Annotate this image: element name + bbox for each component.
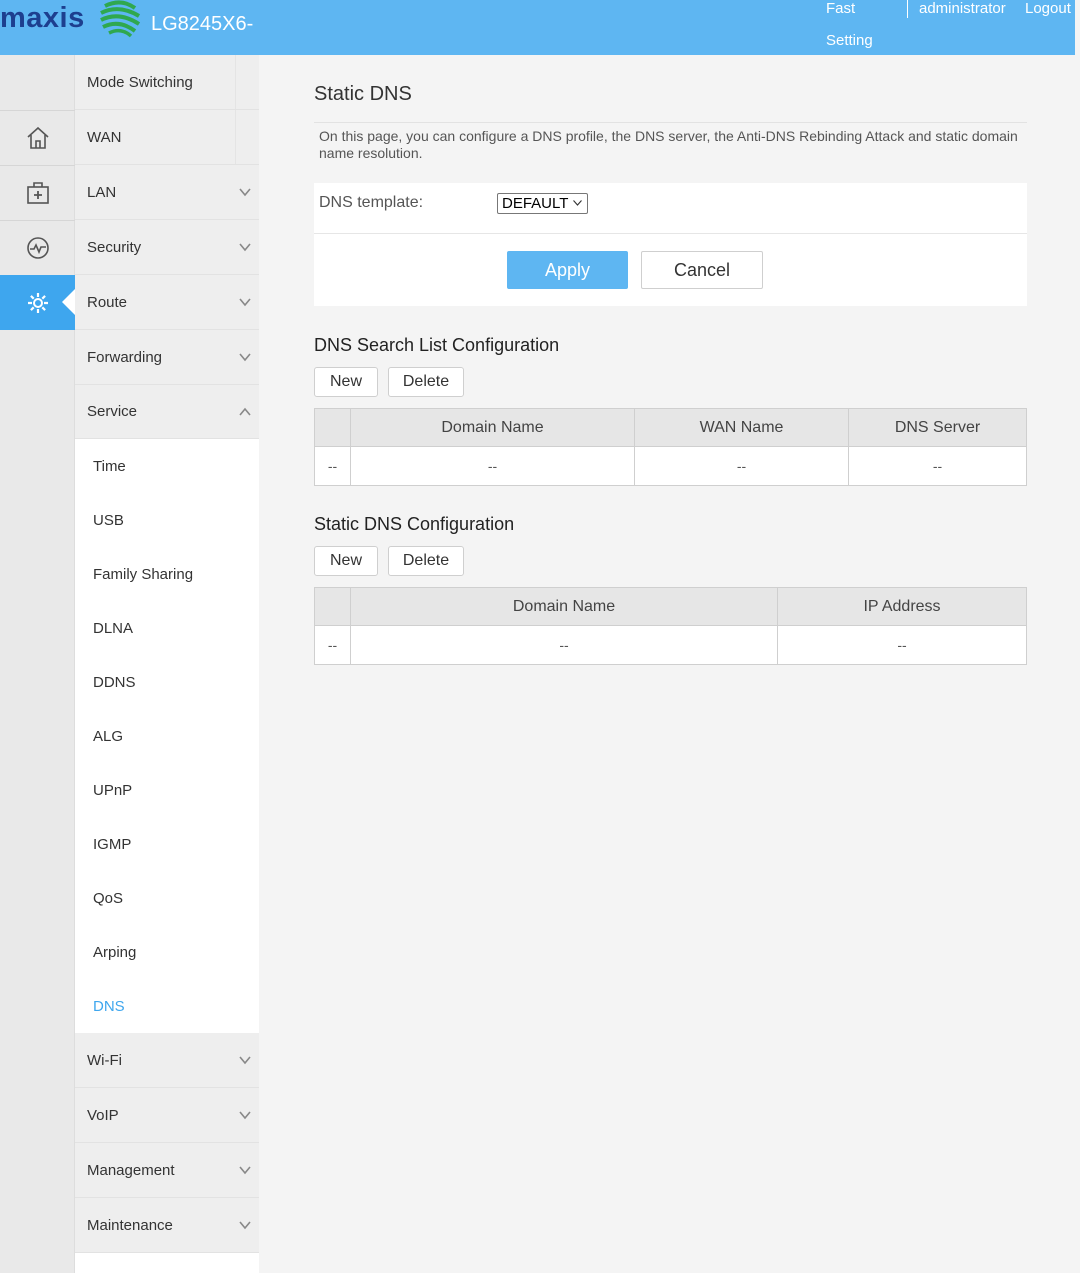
icon-rail xyxy=(0,55,75,1273)
select-column-header xyxy=(314,587,351,626)
menu-item-maintenance[interactable]: Maintenance xyxy=(75,1198,259,1253)
chevron-down-icon xyxy=(239,243,251,252)
sub-item-dlna[interactable]: DLNA xyxy=(75,601,259,655)
menu-item-security[interactable]: Security xyxy=(75,220,259,275)
chevron-down-icon xyxy=(239,188,251,197)
dns-template-select[interactable]: DEFAULT xyxy=(497,193,588,214)
sub-item-igmp[interactable]: IGMP xyxy=(75,817,259,871)
chevron-up-icon xyxy=(239,407,251,416)
menu-item-route[interactable]: Route xyxy=(75,275,259,330)
column-header-ip-address: IP Address xyxy=(777,587,1027,626)
divider xyxy=(314,233,1027,234)
column-header-domain-name: Domain Name xyxy=(350,408,635,447)
menu-item-wan[interactable]: WAN xyxy=(75,110,259,165)
page-description: On this page, you can configure a DNS pr… xyxy=(319,128,1018,161)
table-cell: -- xyxy=(350,446,635,486)
gear-icon xyxy=(27,292,48,313)
top-header: maxis LG8245X6- Fast Setting administrat… xyxy=(0,0,1075,55)
menu-item-service[interactable]: Service xyxy=(75,385,259,439)
search-list-title: DNS Search List Configuration xyxy=(314,335,560,355)
table-cell: -- xyxy=(777,625,1027,665)
table-cell: -- xyxy=(314,625,351,665)
chevron-down-icon xyxy=(239,1166,251,1175)
sub-item-time[interactable]: Time xyxy=(75,439,259,493)
chevron-down-icon xyxy=(239,1056,251,1065)
add-device-icon xyxy=(26,182,49,204)
static-dns-delete-button[interactable]: Delete xyxy=(388,546,464,576)
side-menu: Mode Switching WAN LAN Security Route Fo… xyxy=(75,55,259,1273)
page-title: Static DNS xyxy=(314,83,412,105)
cancel-button[interactable]: Cancel xyxy=(641,251,763,289)
sub-item-ddns[interactable]: DDNS xyxy=(75,655,259,709)
rail-diagnostic[interactable] xyxy=(0,220,75,275)
search-list-new-button[interactable]: New xyxy=(314,367,378,397)
diagnostic-icon xyxy=(26,237,49,259)
device-model: LG8245X6- xyxy=(151,13,254,35)
menu-item-lan[interactable]: LAN xyxy=(75,165,259,220)
chevron-down-icon xyxy=(239,353,251,362)
fast-setting-link[interactable]: Fast xyxy=(826,0,855,17)
table-header-row: Domain Name WAN Name DNS Server xyxy=(314,408,1027,447)
column-header-wan-name: WAN Name xyxy=(634,408,849,447)
menu-item-forwarding[interactable]: Forwarding xyxy=(75,330,259,385)
static-dns-table: Domain Name IP Address -- -- -- xyxy=(314,587,1027,665)
table-cell: -- xyxy=(314,446,351,486)
menu-item-voip[interactable]: VoIP xyxy=(75,1088,259,1143)
maxis-swirl-logo xyxy=(100,0,141,38)
dns-template-panel: DNS template: DEFAULT Apply Cancel xyxy=(314,183,1027,306)
table-cell: -- xyxy=(848,446,1027,486)
sub-item-alg[interactable]: ALG xyxy=(75,709,259,763)
sub-item-family-sharing[interactable]: Family Sharing xyxy=(75,547,259,601)
home-icon xyxy=(26,126,49,149)
menu-item-wifi[interactable]: Wi-Fi xyxy=(75,1033,259,1088)
sub-item-dns[interactable]: DNS xyxy=(75,979,259,1033)
table-cell: -- xyxy=(350,625,778,665)
chevron-down-icon xyxy=(573,200,582,206)
table-cell: -- xyxy=(634,446,849,486)
logout-link[interactable]: Logout xyxy=(1025,0,1071,17)
table-row: -- -- -- xyxy=(314,625,1027,665)
chevron-down-icon xyxy=(239,1111,251,1120)
user-name[interactable]: administrator xyxy=(919,0,1006,17)
table-header-row: Domain Name IP Address xyxy=(314,587,1027,626)
active-pointer xyxy=(62,289,75,315)
select-column-header xyxy=(314,408,351,447)
column-header-domain-name: Domain Name xyxy=(350,587,778,626)
dns-template-label: DNS template: xyxy=(319,194,424,211)
apply-button[interactable]: Apply xyxy=(507,251,628,289)
sub-item-qos[interactable]: QoS xyxy=(75,871,259,925)
search-list-delete-button[interactable]: Delete xyxy=(388,367,464,397)
rail-home[interactable] xyxy=(0,110,75,165)
menu-item-mode-switching[interactable]: Mode Switching xyxy=(75,55,259,110)
static-dns-title: Static DNS Configuration xyxy=(314,514,515,534)
static-dns-new-button[interactable]: New xyxy=(314,546,378,576)
sub-item-usb[interactable]: USB xyxy=(75,493,259,547)
brand-logo-text: maxis xyxy=(0,2,85,34)
table-row: -- -- -- -- xyxy=(314,446,1027,486)
sub-item-upnp[interactable]: UPnP xyxy=(75,763,259,817)
menu-item-management[interactable]: Management xyxy=(75,1143,259,1198)
sub-item-arping[interactable]: Arping xyxy=(75,925,259,979)
fast-setting-link-line2[interactable]: Setting xyxy=(826,32,873,49)
chevron-down-icon xyxy=(239,298,251,307)
rail-add-device[interactable] xyxy=(0,165,75,220)
search-list-table: Domain Name WAN Name DNS Server -- -- --… xyxy=(314,408,1027,486)
divider xyxy=(314,122,1027,123)
chevron-down-icon xyxy=(239,1221,251,1230)
main-content: Static DNS On this page, you can configu… xyxy=(259,55,1080,1273)
header-divider xyxy=(907,0,908,18)
column-header-dns-server: DNS Server xyxy=(848,408,1027,447)
